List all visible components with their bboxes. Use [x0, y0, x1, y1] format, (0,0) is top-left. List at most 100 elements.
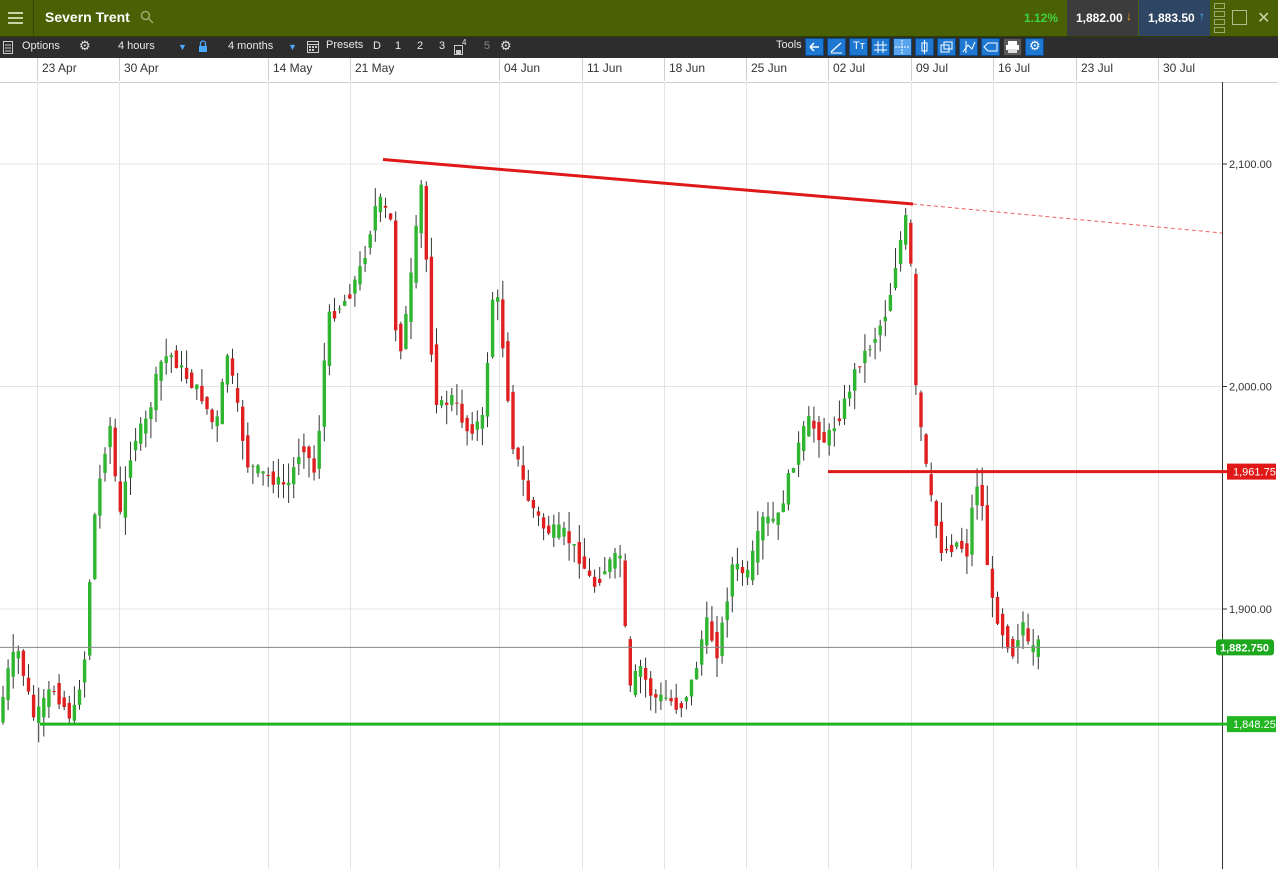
- settings-tool-icon[interactable]: ⚙: [1025, 38, 1044, 56]
- preset-5[interactable]: 5: [484, 40, 490, 52]
- candle-body: [868, 349, 872, 351]
- search-icon[interactable]: [140, 10, 154, 24]
- candle-body: [705, 617, 709, 646]
- candle-body: [98, 478, 102, 516]
- candle-body: [914, 273, 918, 386]
- candle-body: [939, 521, 944, 554]
- candle-body: [450, 395, 454, 405]
- candle-body: [62, 697, 66, 708]
- current-price-label: 1,882.750: [1220, 642, 1269, 654]
- candle-body: [796, 442, 801, 465]
- candle-body: [174, 350, 179, 369]
- restore-icon[interactable]: [1232, 10, 1247, 25]
- close-icon[interactable]: ✕: [1257, 8, 1270, 28]
- candle-body: [1026, 628, 1030, 642]
- candle-body: [11, 651, 15, 677]
- calendar-icon[interactable]: [307, 40, 319, 53]
- panel-grip-icon[interactable]: [1212, 0, 1226, 36]
- chevron-down-icon[interactable]: ▼: [178, 42, 187, 52]
- candle-body: [506, 341, 510, 401]
- preset-1[interactable]: 1: [395, 40, 401, 52]
- candle-body: [572, 544, 576, 546]
- gear-icon[interactable]: ⚙: [79, 38, 91, 54]
- date-axis: 23 Apr 30 Apr 14 May 21 May 04 Jun 11 Ju…: [0, 58, 1278, 83]
- crosshair-tool-icon[interactable]: [893, 38, 912, 56]
- panel-icon[interactable]: [3, 41, 13, 54]
- candle-body: [745, 569, 750, 578]
- trend-line: [382, 158, 914, 206]
- candle-body: [230, 358, 235, 376]
- date-label: 21 May: [355, 61, 395, 75]
- candle-body: [470, 424, 474, 434]
- preset-2[interactable]: 2: [417, 40, 423, 52]
- candle-body: [327, 311, 332, 366]
- print-icon[interactable]: [1003, 38, 1022, 56]
- chevron-down-icon[interactable]: ▼: [288, 42, 297, 52]
- candle-body: [776, 512, 780, 525]
- candle-body: [694, 668, 699, 680]
- candle-body: [281, 482, 286, 485]
- price-axis-label: 1,900.00: [1229, 604, 1272, 616]
- candle-body: [990, 568, 995, 598]
- candle-body: [501, 299, 505, 349]
- candle-body: [93, 514, 97, 579]
- candle-body: [623, 560, 627, 626]
- candle-body: [179, 365, 184, 368]
- price-chart[interactable]: 2,100.00 2,000.00 1,900.00 1,882.750 1,961.7…: [0, 82, 1278, 869]
- marker-tool-icon[interactable]: [915, 38, 934, 56]
- candle-body: [598, 578, 602, 583]
- candle-body: [822, 432, 826, 443]
- trendline-tool-icon[interactable]: [827, 38, 846, 56]
- text-tool-icon[interactable]: Tт: [849, 38, 868, 56]
- candle-body: [582, 556, 587, 569]
- sell-button[interactable]: 1,882.00 ↓: [1067, 0, 1138, 36]
- candle-body: [526, 480, 530, 501]
- date-label: 23 Apr: [42, 61, 77, 75]
- candle-body: [1021, 622, 1025, 636]
- preset-4[interactable]: 4: [462, 38, 466, 47]
- menu-icon[interactable]: [0, 0, 34, 36]
- candle-body: [521, 465, 525, 480]
- candle-body: [399, 323, 403, 352]
- candle-body: [6, 668, 10, 701]
- candle-body: [302, 446, 306, 453]
- candle-body: [1036, 639, 1040, 657]
- candle-body: [740, 567, 745, 574]
- candle-body: [863, 350, 867, 364]
- candle-body: [587, 570, 592, 576]
- tag-tool-icon[interactable]: [981, 38, 1000, 56]
- candle-body: [592, 576, 597, 587]
- candle-body: [337, 308, 342, 310]
- back-tool-icon[interactable]: [805, 38, 824, 56]
- fork-tool-icon[interactable]: [959, 38, 978, 56]
- gear-icon[interactable]: ⚙: [500, 38, 512, 54]
- layers-tool-icon[interactable]: [937, 38, 956, 56]
- lock-icon[interactable]: [198, 40, 208, 53]
- candle-body: [332, 310, 337, 319]
- preset-3[interactable]: 3: [439, 40, 445, 52]
- candle-body: [26, 677, 31, 692]
- candle-body: [169, 355, 173, 358]
- buy-button[interactable]: 1,883.50 ↑: [1139, 0, 1210, 36]
- candle-body: [679, 703, 683, 709]
- preset-d[interactable]: D: [373, 40, 381, 52]
- candle-body: [786, 473, 791, 505]
- candle-body: [343, 300, 347, 306]
- range-select[interactable]: 4 months: [228, 40, 273, 52]
- candle-body: [909, 222, 913, 264]
- options-label[interactable]: Options: [22, 40, 60, 52]
- date-label: 18 Jun: [669, 61, 706, 75]
- candle-body: [31, 694, 36, 718]
- candle-body: [751, 550, 755, 581]
- candle-body: [485, 362, 490, 417]
- candle-body: [139, 423, 143, 444]
- candle-body: [256, 465, 260, 474]
- grid-tool-icon[interactable]: [871, 38, 890, 56]
- candle-body: [516, 447, 520, 460]
- candle-body: [434, 344, 439, 405]
- candle-body: [858, 366, 862, 368]
- candle-body: [103, 453, 107, 473]
- candle-body: [761, 516, 765, 541]
- date-label: 23 Jul: [1081, 61, 1114, 75]
- interval-select[interactable]: 4 hours: [118, 40, 155, 52]
